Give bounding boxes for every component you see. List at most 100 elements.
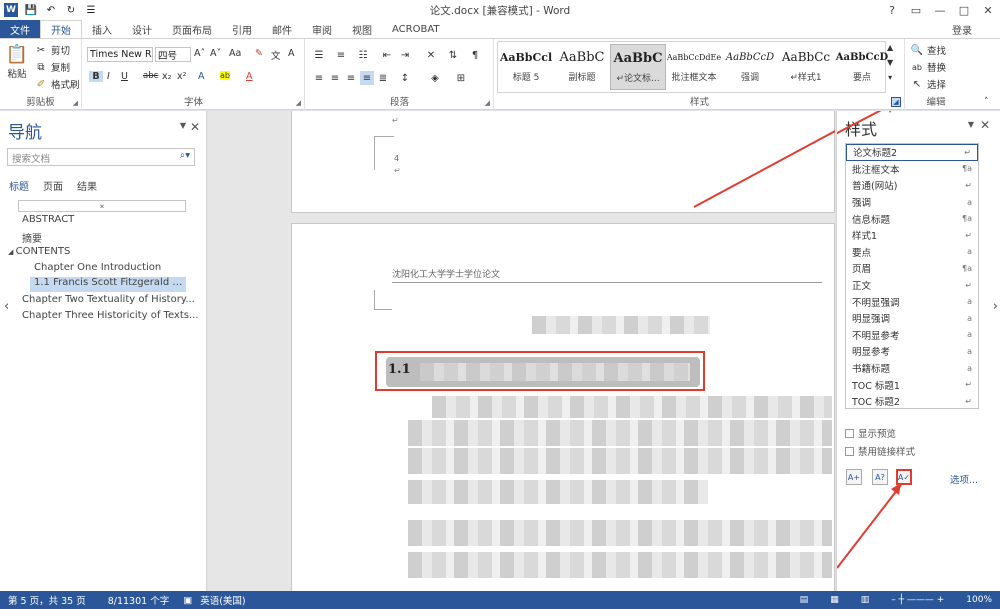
- show-marks-button[interactable]: ¶: [468, 48, 482, 62]
- select-button[interactable]: ↖ 选择: [910, 77, 946, 92]
- nav-tab-results[interactable]: 结果: [77, 178, 97, 193]
- ribbon-display-icon[interactable]: ▭: [904, 0, 928, 20]
- tab-references[interactable]: 引用: [222, 20, 262, 38]
- font-size-select[interactable]: 四号: [155, 47, 191, 62]
- decrease-indent-button[interactable]: ⇤: [380, 48, 394, 62]
- style-thesis-title[interactable]: AaBbC ↵论文标...: [610, 44, 666, 90]
- proofing-icon[interactable]: ▣: [183, 595, 192, 606]
- align-center-button[interactable]: ≡: [328, 71, 342, 85]
- line-spacing-button[interactable]: ↕: [398, 71, 412, 85]
- page-count[interactable]: 第 5 页，共 35 页: [8, 593, 86, 607]
- cut-button[interactable]: ✂ 剪切: [34, 43, 70, 58]
- heading-item[interactable]: 摘要: [22, 230, 202, 245]
- font-dialog-launcher-icon[interactable]: ◢: [296, 99, 301, 107]
- chevron-up-icon[interactable]: ▲: [887, 43, 893, 52]
- sort-button[interactable]: ⇅: [446, 48, 460, 62]
- language[interactable]: 英语(美国): [200, 593, 245, 607]
- maximize-button[interactable]: □: [952, 0, 976, 20]
- style-heading5[interactable]: AaBbCcl 标题 5: [498, 44, 554, 90]
- underline-button[interactable]: U: [121, 71, 128, 82]
- heading-item[interactable]: ◢ CONTENTS: [8, 246, 188, 257]
- heading-item[interactable]: Chapter Two Textuality of History...: [22, 294, 202, 305]
- enclose-char-button[interactable]: A: [288, 48, 295, 59]
- replace-button[interactable]: ab 替换: [910, 60, 946, 75]
- chevron-down-icon[interactable]: ▼: [887, 58, 893, 67]
- login-link[interactable]: 登录: [952, 22, 972, 37]
- collapse-ribbon-icon[interactable]: ˄: [984, 97, 989, 107]
- text-effects-button[interactable]: A: [198, 71, 205, 82]
- undo-icon[interactable]: ↶: [44, 3, 58, 17]
- zoom-slider[interactable]: – ┼ ——— +: [891, 595, 944, 605]
- increase-indent-button[interactable]: ⇥: [398, 48, 412, 62]
- nav-tab-pages[interactable]: 页面: [43, 178, 63, 193]
- tab-review[interactable]: 审阅: [302, 20, 342, 38]
- borders-button[interactable]: ⊞: [454, 71, 468, 85]
- heading-item-selected[interactable]: 1.1 Francis Scott Fitzgerald and...: [30, 277, 186, 292]
- multilevel-button[interactable]: ☷: [356, 48, 370, 62]
- help-button[interactable]: ?: [880, 0, 904, 20]
- nav-options-icon[interactable]: ▼: [180, 121, 186, 130]
- style-subtitle[interactable]: AaBbC 副标题: [554, 44, 610, 90]
- print-layout-icon[interactable]: ▦: [830, 595, 839, 605]
- gallery-scroll[interactable]: ▲ ▼ ▾: [887, 43, 893, 82]
- collapse-triangle-icon[interactable]: ◢: [8, 248, 16, 256]
- format-painter-button[interactable]: ✐ 格式刷: [34, 77, 80, 92]
- copy-button[interactable]: ⧉ 复制: [34, 60, 70, 75]
- heading-item[interactable]: ABSTRACT: [22, 214, 202, 225]
- paragraph-dialog-launcher-icon[interactable]: ◢: [485, 99, 490, 107]
- distribute-button[interactable]: ≣: [376, 71, 390, 85]
- clear-format-button[interactable]: ✎: [255, 48, 263, 59]
- italic-button[interactable]: I: [107, 71, 110, 82]
- nav-collapse-bar[interactable]: ⌅: [18, 200, 186, 212]
- find-button[interactable]: 🔍 查找: [910, 43, 946, 58]
- style-emphasis[interactable]: AaBbCcD 强调: [722, 44, 778, 90]
- dialog-launcher-icon[interactable]: ◢: [73, 99, 78, 107]
- chevron-left-icon[interactable]: ‹: [4, 299, 9, 314]
- nav-tab-headings[interactable]: 标题: [9, 178, 29, 193]
- heading-item[interactable]: Chapter One Introduction: [34, 262, 214, 273]
- tab-design[interactable]: 设计: [122, 20, 162, 38]
- shading-button[interactable]: ◈: [428, 71, 442, 85]
- zoom-level[interactable]: 100%: [966, 595, 992, 605]
- style-style1[interactable]: AaBbCc ↵样式1: [778, 44, 834, 90]
- tab-acrobat[interactable]: ACROBAT: [382, 20, 450, 38]
- shrink-font-button[interactable]: A˅: [210, 48, 221, 59]
- strikethrough-button[interactable]: abc: [143, 71, 158, 81]
- grow-font-button[interactable]: A˄: [194, 48, 205, 59]
- tab-insert[interactable]: 插入: [82, 20, 122, 38]
- search-icon[interactable]: ⌕▾: [180, 150, 190, 161]
- tab-file[interactable]: 文件: [0, 20, 40, 38]
- document-area[interactable]: ↵ 4 ↵ 沈阳化工大学学士学位论文 1.1: [208, 111, 835, 591]
- chevron-right-icon[interactable]: ›: [993, 299, 998, 314]
- nav-close-icon[interactable]: ✕: [190, 120, 200, 134]
- align-left-button[interactable]: ≡: [312, 71, 326, 85]
- tab-mailings[interactable]: 邮件: [262, 20, 302, 38]
- numbering-button[interactable]: ≡: [334, 48, 348, 62]
- wen-button[interactable]: 文: [271, 48, 281, 62]
- styles-pane-launcher-icon[interactable]: ◢: [891, 97, 901, 107]
- chinese-layout-button[interactable]: ✕: [424, 48, 438, 62]
- tab-view[interactable]: 视图: [342, 20, 382, 38]
- close-button[interactable]: ✕: [976, 0, 1000, 20]
- heading-item[interactable]: Chapter Three Historicity of Texts...: [22, 310, 202, 321]
- font-color-button[interactable]: A: [246, 71, 253, 82]
- subscript-button[interactable]: x₂: [162, 71, 171, 82]
- style-balloon-text[interactable]: AaBbCcDdEe 批注框文本: [666, 44, 722, 90]
- web-layout-icon[interactable]: ▥: [861, 595, 870, 605]
- justify-button[interactable]: ≡: [360, 71, 374, 85]
- read-mode-icon[interactable]: ▤: [800, 595, 809, 605]
- word-count[interactable]: 8/11301 个字: [108, 593, 170, 607]
- nav-search-input[interactable]: 搜索文档 ⌕▾: [7, 148, 195, 166]
- gallery-more-icon[interactable]: ▾: [888, 73, 892, 82]
- bullets-button[interactable]: ☰: [312, 48, 326, 62]
- tab-layout[interactable]: 页面布局: [162, 20, 222, 38]
- align-right-button[interactable]: ≡: [344, 71, 358, 85]
- style-key-point[interactable]: AaBbCcD 要点: [834, 44, 890, 90]
- redo-icon[interactable]: ↻: [64, 3, 78, 17]
- paste-button[interactable]: 📋 粘贴: [6, 43, 28, 81]
- bullets-icon[interactable]: ☰: [84, 3, 98, 17]
- change-case-button[interactable]: Aa: [229, 48, 241, 59]
- save-icon[interactable]: 💾: [24, 3, 38, 17]
- highlight-button[interactable]: ab: [220, 71, 230, 80]
- tab-home[interactable]: 开始: [40, 20, 82, 39]
